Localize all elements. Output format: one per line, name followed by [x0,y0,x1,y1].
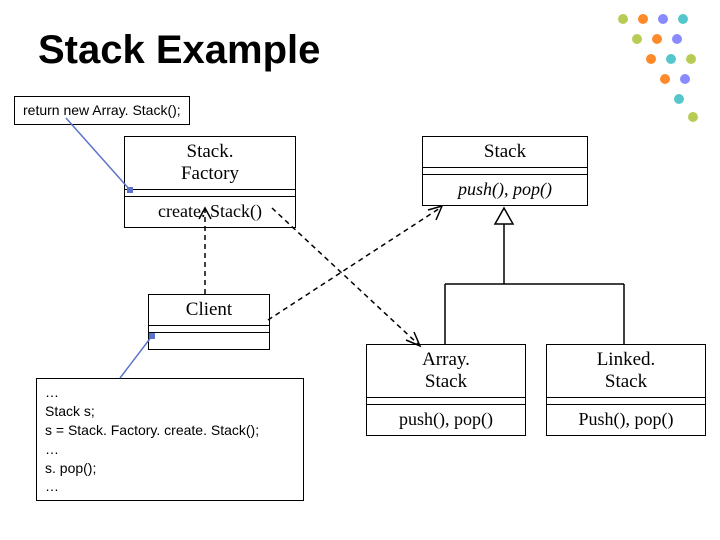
class-attr-compartment [423,168,587,175]
slide-title: Stack Example [38,28,320,73]
client-note-line: … [45,383,295,402]
class-client: Client [148,294,270,350]
note-client-code: … Stack s; s = Stack. Factory. create. S… [36,378,304,501]
client-note-line: s = Stack. Factory. create. Stack(); [45,421,295,440]
class-name: Client [149,295,269,326]
class-array-stack: Array. Stack push(), pop() [366,344,526,436]
class-name: Linked. Stack [547,345,705,398]
class-attr-compartment [547,398,705,405]
class-ops: push(), pop() [367,405,525,435]
class-attr-compartment [125,190,295,197]
corner-dots [578,8,708,128]
client-note-line: s. pop(); [45,459,295,478]
class-name: Stack [423,137,587,168]
class-stack: Stack push(), pop() [422,136,588,206]
class-name: Stack. Factory [125,137,295,190]
class-linked-stack: Linked. Stack Push(), pop() [546,344,706,436]
class-ops: Push(), pop() [547,405,705,435]
class-ops: push(), pop() [423,175,587,205]
class-ops [149,333,269,349]
class-stack-factory: Stack. Factory create. Stack() [124,136,296,228]
client-note-line: … [45,440,295,459]
client-note-line: … [45,477,295,496]
class-attr-compartment [149,326,269,333]
class-name: Array. Stack [367,345,525,398]
note-factory-return: return new Array. Stack(); [14,96,190,125]
class-attr-compartment [367,398,525,405]
class-ops: create. Stack() [125,197,295,227]
client-note-line: Stack s; [45,402,295,421]
